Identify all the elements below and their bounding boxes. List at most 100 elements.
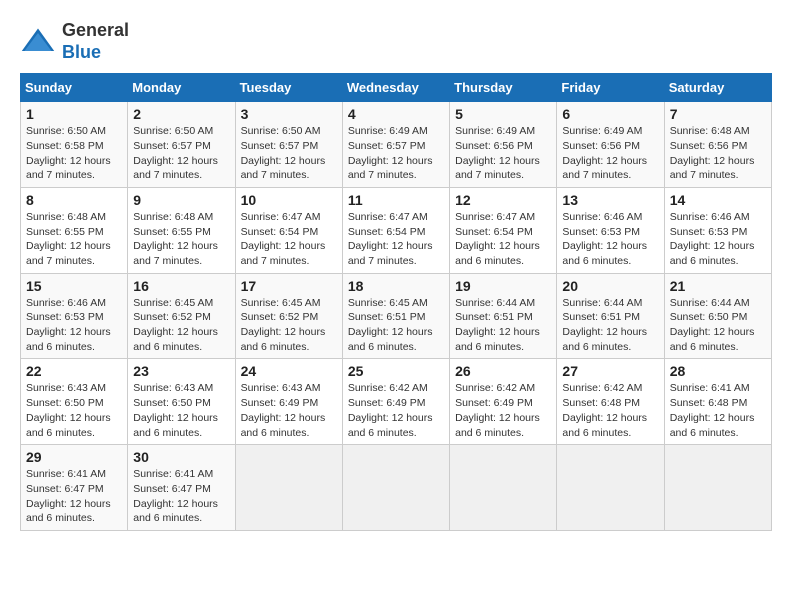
day-number: 3 (241, 106, 337, 122)
day-info: Sunrise: 6:46 AM Sunset: 6:53 PM Dayligh… (670, 210, 766, 269)
day-info: Sunrise: 6:43 AM Sunset: 6:50 PM Dayligh… (26, 381, 122, 440)
day-info: Sunrise: 6:44 AM Sunset: 6:51 PM Dayligh… (562, 296, 658, 355)
day-number: 19 (455, 278, 551, 294)
day-info: Sunrise: 6:43 AM Sunset: 6:49 PM Dayligh… (241, 381, 337, 440)
col-header-sunday: Sunday (21, 74, 128, 102)
day-cell: 5 Sunrise: 6:49 AM Sunset: 6:56 PM Dayli… (450, 102, 557, 188)
day-cell: 27 Sunrise: 6:42 AM Sunset: 6:48 PM Dayl… (557, 359, 664, 445)
day-number: 30 (133, 449, 229, 465)
day-cell: 2 Sunrise: 6:50 AM Sunset: 6:57 PM Dayli… (128, 102, 235, 188)
day-number: 26 (455, 363, 551, 379)
week-row-1: 1 Sunrise: 6:50 AM Sunset: 6:58 PM Dayli… (21, 102, 772, 188)
day-info: Sunrise: 6:41 AM Sunset: 6:47 PM Dayligh… (133, 467, 229, 526)
day-cell: 17 Sunrise: 6:45 AM Sunset: 6:52 PM Dayl… (235, 273, 342, 359)
logo: General Blue (20, 20, 129, 63)
week-row-5: 29 Sunrise: 6:41 AM Sunset: 6:47 PM Dayl… (21, 445, 772, 531)
day-info: Sunrise: 6:48 AM Sunset: 6:56 PM Dayligh… (670, 124, 766, 183)
day-info: Sunrise: 6:43 AM Sunset: 6:50 PM Dayligh… (133, 381, 229, 440)
col-header-friday: Friday (557, 74, 664, 102)
col-header-tuesday: Tuesday (235, 74, 342, 102)
day-info: Sunrise: 6:50 AM Sunset: 6:57 PM Dayligh… (241, 124, 337, 183)
day-cell: 8 Sunrise: 6:48 AM Sunset: 6:55 PM Dayli… (21, 187, 128, 273)
day-number: 7 (670, 106, 766, 122)
day-cell: 23 Sunrise: 6:43 AM Sunset: 6:50 PM Dayl… (128, 359, 235, 445)
day-cell (664, 445, 771, 531)
day-number: 13 (562, 192, 658, 208)
day-info: Sunrise: 6:48 AM Sunset: 6:55 PM Dayligh… (133, 210, 229, 269)
day-cell: 4 Sunrise: 6:49 AM Sunset: 6:57 PM Dayli… (342, 102, 449, 188)
day-cell (450, 445, 557, 531)
day-cell: 28 Sunrise: 6:41 AM Sunset: 6:48 PM Dayl… (664, 359, 771, 445)
day-cell: 16 Sunrise: 6:45 AM Sunset: 6:52 PM Dayl… (128, 273, 235, 359)
day-info: Sunrise: 6:42 AM Sunset: 6:49 PM Dayligh… (455, 381, 551, 440)
day-info: Sunrise: 6:42 AM Sunset: 6:49 PM Dayligh… (348, 381, 444, 440)
day-number: 10 (241, 192, 337, 208)
col-header-monday: Monday (128, 74, 235, 102)
col-header-wednesday: Wednesday (342, 74, 449, 102)
day-info: Sunrise: 6:47 AM Sunset: 6:54 PM Dayligh… (455, 210, 551, 269)
logo-general: General (62, 20, 129, 40)
day-info: Sunrise: 6:47 AM Sunset: 6:54 PM Dayligh… (241, 210, 337, 269)
day-info: Sunrise: 6:49 AM Sunset: 6:56 PM Dayligh… (455, 124, 551, 183)
calendar-header-row: SundayMondayTuesdayWednesdayThursdayFrid… (21, 74, 772, 102)
day-cell: 18 Sunrise: 6:45 AM Sunset: 6:51 PM Dayl… (342, 273, 449, 359)
day-cell: 15 Sunrise: 6:46 AM Sunset: 6:53 PM Dayl… (21, 273, 128, 359)
day-cell: 24 Sunrise: 6:43 AM Sunset: 6:49 PM Dayl… (235, 359, 342, 445)
col-header-thursday: Thursday (450, 74, 557, 102)
day-number: 23 (133, 363, 229, 379)
day-cell: 7 Sunrise: 6:48 AM Sunset: 6:56 PM Dayli… (664, 102, 771, 188)
day-number: 5 (455, 106, 551, 122)
day-cell: 26 Sunrise: 6:42 AM Sunset: 6:49 PM Dayl… (450, 359, 557, 445)
day-number: 6 (562, 106, 658, 122)
day-cell: 29 Sunrise: 6:41 AM Sunset: 6:47 PM Dayl… (21, 445, 128, 531)
day-number: 24 (241, 363, 337, 379)
day-number: 15 (26, 278, 122, 294)
day-number: 21 (670, 278, 766, 294)
day-info: Sunrise: 6:41 AM Sunset: 6:48 PM Dayligh… (670, 381, 766, 440)
day-info: Sunrise: 6:45 AM Sunset: 6:52 PM Dayligh… (133, 296, 229, 355)
day-cell: 19 Sunrise: 6:44 AM Sunset: 6:51 PM Dayl… (450, 273, 557, 359)
day-number: 16 (133, 278, 229, 294)
day-cell: 20 Sunrise: 6:44 AM Sunset: 6:51 PM Dayl… (557, 273, 664, 359)
day-cell: 10 Sunrise: 6:47 AM Sunset: 6:54 PM Dayl… (235, 187, 342, 273)
day-cell (235, 445, 342, 531)
day-info: Sunrise: 6:48 AM Sunset: 6:55 PM Dayligh… (26, 210, 122, 269)
day-cell: 6 Sunrise: 6:49 AM Sunset: 6:56 PM Dayli… (557, 102, 664, 188)
col-header-saturday: Saturday (664, 74, 771, 102)
day-info: Sunrise: 6:46 AM Sunset: 6:53 PM Dayligh… (562, 210, 658, 269)
day-number: 27 (562, 363, 658, 379)
logo-icon (20, 24, 56, 60)
day-info: Sunrise: 6:42 AM Sunset: 6:48 PM Dayligh… (562, 381, 658, 440)
day-number: 12 (455, 192, 551, 208)
day-number: 22 (26, 363, 122, 379)
day-cell: 3 Sunrise: 6:50 AM Sunset: 6:57 PM Dayli… (235, 102, 342, 188)
day-info: Sunrise: 6:49 AM Sunset: 6:57 PM Dayligh… (348, 124, 444, 183)
day-number: 9 (133, 192, 229, 208)
day-info: Sunrise: 6:50 AM Sunset: 6:58 PM Dayligh… (26, 124, 122, 183)
logo-text: General Blue (62, 20, 129, 63)
calendar-table: SundayMondayTuesdayWednesdayThursdayFrid… (20, 73, 772, 531)
day-info: Sunrise: 6:46 AM Sunset: 6:53 PM Dayligh… (26, 296, 122, 355)
day-cell (557, 445, 664, 531)
day-cell: 13 Sunrise: 6:46 AM Sunset: 6:53 PM Dayl… (557, 187, 664, 273)
day-cell: 25 Sunrise: 6:42 AM Sunset: 6:49 PM Dayl… (342, 359, 449, 445)
day-cell: 14 Sunrise: 6:46 AM Sunset: 6:53 PM Dayl… (664, 187, 771, 273)
day-cell: 22 Sunrise: 6:43 AM Sunset: 6:50 PM Dayl… (21, 359, 128, 445)
day-number: 17 (241, 278, 337, 294)
day-number: 4 (348, 106, 444, 122)
day-info: Sunrise: 6:45 AM Sunset: 6:51 PM Dayligh… (348, 296, 444, 355)
page-header: General Blue (20, 20, 772, 63)
day-number: 20 (562, 278, 658, 294)
day-info: Sunrise: 6:41 AM Sunset: 6:47 PM Dayligh… (26, 467, 122, 526)
day-cell: 12 Sunrise: 6:47 AM Sunset: 6:54 PM Dayl… (450, 187, 557, 273)
day-number: 25 (348, 363, 444, 379)
day-cell: 11 Sunrise: 6:47 AM Sunset: 6:54 PM Dayl… (342, 187, 449, 273)
day-info: Sunrise: 6:45 AM Sunset: 6:52 PM Dayligh… (241, 296, 337, 355)
day-number: 1 (26, 106, 122, 122)
day-info: Sunrise: 6:47 AM Sunset: 6:54 PM Dayligh… (348, 210, 444, 269)
day-number: 18 (348, 278, 444, 294)
day-cell: 1 Sunrise: 6:50 AM Sunset: 6:58 PM Dayli… (21, 102, 128, 188)
day-number: 29 (26, 449, 122, 465)
week-row-2: 8 Sunrise: 6:48 AM Sunset: 6:55 PM Dayli… (21, 187, 772, 273)
week-row-3: 15 Sunrise: 6:46 AM Sunset: 6:53 PM Dayl… (21, 273, 772, 359)
